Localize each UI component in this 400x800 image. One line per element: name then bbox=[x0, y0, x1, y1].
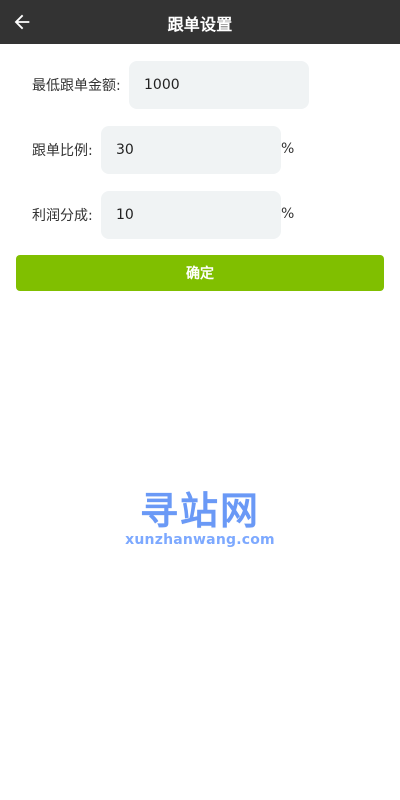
ratio-input[interactable] bbox=[116, 126, 281, 174]
profit-share-input[interactable] bbox=[116, 191, 281, 239]
page-title: 跟单设置 bbox=[167, 15, 233, 34]
ratio-unit: % bbox=[281, 141, 295, 157]
min-amount-input[interactable] bbox=[144, 61, 309, 109]
min-amount-label: 最低跟单金额: bbox=[32, 78, 121, 94]
min-amount-row: 最低跟单金额: bbox=[32, 61, 121, 109]
settings-form: 最低跟单金额: 跟单比例: % 利润分成: % 确定 bbox=[0, 44, 400, 800]
profit-share-label: 利润分成: bbox=[32, 208, 93, 224]
profit-share-row: 利润分成: bbox=[32, 191, 93, 239]
ratio-field[interactable] bbox=[101, 126, 281, 174]
min-amount-field[interactable] bbox=[129, 61, 309, 109]
top-bar: 跟单设置 bbox=[0, 0, 400, 44]
profit-share-field[interactable] bbox=[101, 191, 281, 239]
confirm-button[interactable]: 确定 bbox=[16, 255, 384, 291]
profit-share-unit: % bbox=[281, 206, 295, 222]
ratio-label: 跟单比例: bbox=[32, 143, 93, 159]
ratio-row: 跟单比例: bbox=[32, 126, 93, 174]
